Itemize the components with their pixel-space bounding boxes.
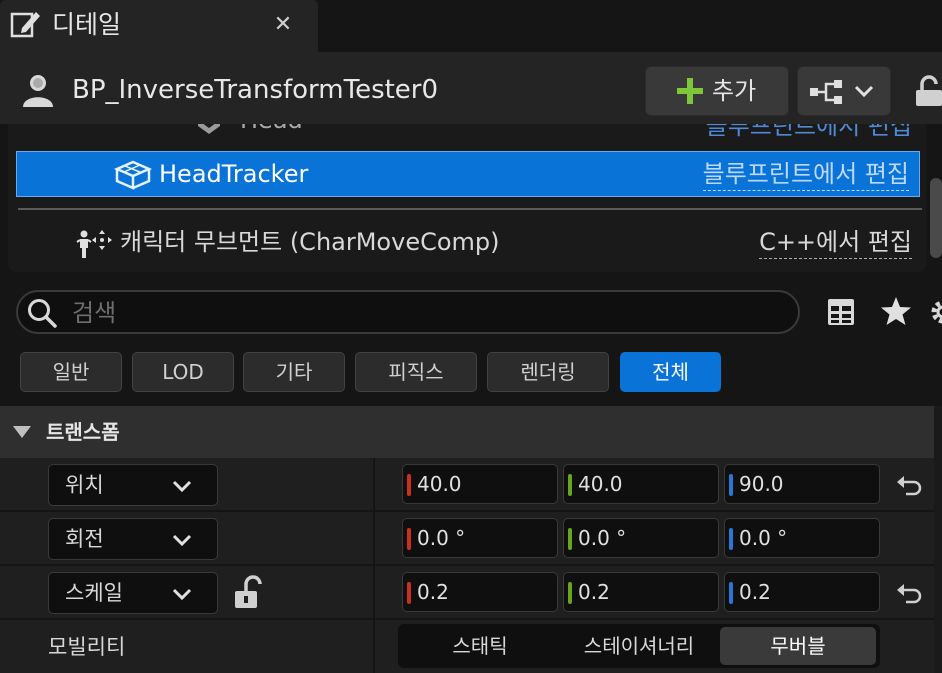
axis-z-marker (729, 582, 733, 604)
search-box[interactable] (16, 290, 800, 334)
tab-details[interactable]: 디테일 ✕ (0, 0, 318, 52)
scale-y-field[interactable]: 0.2 (563, 572, 719, 612)
blueprint-name: BP_InverseTransformTester0 (72, 75, 439, 105)
axis-y-marker (568, 528, 572, 550)
mobility-stationary-option[interactable]: 스테이셔너리 (560, 627, 718, 665)
property-label: 스케일 (65, 581, 123, 605)
field-value: 0.0 ° (417, 526, 466, 550)
chevron-down-icon (172, 480, 192, 493)
rotation-y-field[interactable]: 0.0 ° (563, 518, 719, 558)
panel-edge (934, 406, 942, 673)
lock-icon[interactable] (232, 574, 262, 610)
cube-icon (113, 160, 153, 190)
edit-pencil-icon (10, 12, 40, 38)
axis-y-marker (568, 582, 572, 604)
mobility-movable-option[interactable]: 무버블 (720, 627, 876, 665)
edit-in-cpp-link[interactable]: C++에서 편집 (759, 226, 912, 259)
star-icon[interactable] (880, 295, 912, 327)
property-row-location: 위치 40.0 40.0 90.0 (0, 458, 934, 512)
reset-arrow-icon[interactable] (894, 470, 924, 500)
rotation-x-field[interactable]: 0.0 ° (402, 518, 558, 558)
column-divider (373, 512, 375, 566)
field-value: 0.0 ° (578, 526, 627, 550)
tab-title: 디테일 (52, 10, 122, 39)
scale-x-field[interactable]: 0.2 (402, 572, 558, 612)
field-value: 40.0 (578, 472, 623, 496)
property-label: 회전 (65, 527, 104, 551)
triangle-down-icon (13, 426, 31, 438)
tree-row-label: Head (240, 124, 303, 134)
rotation-z-field[interactable]: 0.0 ° (724, 518, 880, 558)
filter-lod[interactable]: LOD (132, 352, 234, 392)
close-icon[interactable]: ✕ (268, 8, 298, 42)
section-transform-header[interactable]: 트랜스폼 (0, 406, 934, 458)
tree-scrollbar[interactable] (930, 178, 942, 258)
hierarchy-options-button[interactable] (797, 66, 891, 116)
location-x-field[interactable]: 40.0 (402, 464, 558, 504)
axis-z-marker (729, 528, 733, 550)
add-component-button[interactable]: 추가 (645, 66, 789, 116)
location-y-field[interactable]: 40.0 (563, 464, 719, 504)
location-z-field[interactable]: 90.0 (724, 464, 880, 504)
property-label: 위치 (65, 473, 104, 497)
column-divider (373, 458, 375, 512)
property-row-mobility: 모빌리티 스태틱 스테이셔너리 무버블 (0, 620, 934, 673)
property-label: 모빌리티 (48, 635, 126, 659)
chevron-down-icon (172, 588, 192, 601)
mobility-segmented-control: 스태틱 스테이셔너리 무버블 (398, 624, 880, 668)
search-icon (28, 299, 57, 328)
filter-rendering[interactable]: 렌더링 (487, 352, 609, 392)
details-header: BP_InverseTransformTester0 추가 (0, 52, 942, 124)
filter-misc[interactable]: 기타 (243, 352, 345, 392)
component-tree: Head 블루프린트에서 편집 HeadTracker 블루프린트에서 편집 캐… (8, 124, 926, 272)
location-mode-dropdown[interactable]: 위치 (48, 464, 218, 506)
gear-icon[interactable] (928, 296, 942, 328)
category-filter-bar: 일반 LOD 기타 피직스 렌더링 전체 (0, 352, 942, 392)
reset-arrow-icon[interactable] (894, 578, 924, 608)
actor-icon (23, 75, 53, 107)
lock-icon[interactable] (914, 74, 942, 108)
table-icon[interactable] (826, 297, 856, 327)
tab-bar: 디테일 ✕ (0, 0, 942, 52)
axis-z-marker (729, 474, 733, 496)
field-value: 0.2 (417, 580, 449, 604)
edit-in-blueprint-link[interactable]: 블루프린트에서 편집 (706, 124, 912, 141)
tree-divider (18, 208, 922, 210)
filter-general[interactable]: 일반 (20, 352, 122, 392)
character-movement-icon (76, 230, 112, 258)
plus-icon (677, 78, 703, 104)
tree-row-head[interactable]: Head 블루프린트에서 편집 (8, 124, 926, 148)
axis-x-marker (407, 582, 411, 604)
tree-row-label: 캐릭터 무브먼트 (CharMoveComp) (120, 228, 500, 256)
rotation-mode-dropdown[interactable]: 회전 (48, 518, 218, 560)
field-value: 90.0 (739, 472, 784, 496)
field-value: 0.2 (578, 580, 610, 604)
axis-y-marker (568, 474, 572, 496)
edit-in-blueprint-link[interactable]: 블루프린트에서 편집 (702, 158, 909, 191)
tree-row-headtracker[interactable]: HeadTracker 블루프린트에서 편집 (16, 151, 920, 197)
tree-row-label: HeadTracker (159, 160, 309, 188)
filter-physics[interactable]: 피직스 (355, 352, 477, 392)
axis-x-marker (407, 528, 411, 550)
field-value: 0.2 (739, 580, 771, 604)
add-button-label: 추가 (712, 77, 757, 105)
tree-row-char-movement[interactable]: 캐릭터 무브먼트 (CharMoveComp) C++에서 편집 (8, 220, 926, 266)
mobility-static-option[interactable]: 스태틱 (402, 627, 558, 665)
field-value: 0.0 ° (739, 526, 788, 550)
column-divider (373, 566, 375, 620)
scale-mode-dropdown[interactable]: 스케일 (48, 572, 218, 614)
filter-all[interactable]: 전체 (620, 352, 721, 392)
property-row-rotation: 회전 0.0 ° 0.0 ° 0.0 ° (0, 512, 934, 566)
property-row-scale: 스케일 0.2 0.2 0.2 (0, 566, 934, 620)
cube-icon (198, 124, 220, 134)
search-input[interactable] (72, 296, 772, 330)
chevron-down-icon (172, 534, 192, 547)
field-value: 40.0 (417, 472, 462, 496)
section-title: 트랜스폼 (46, 420, 120, 444)
chevron-down-icon (854, 85, 874, 98)
axis-x-marker (407, 474, 411, 496)
column-divider (373, 620, 375, 673)
scale-z-field[interactable]: 0.2 (724, 572, 880, 612)
hierarchy-icon (810, 80, 842, 104)
